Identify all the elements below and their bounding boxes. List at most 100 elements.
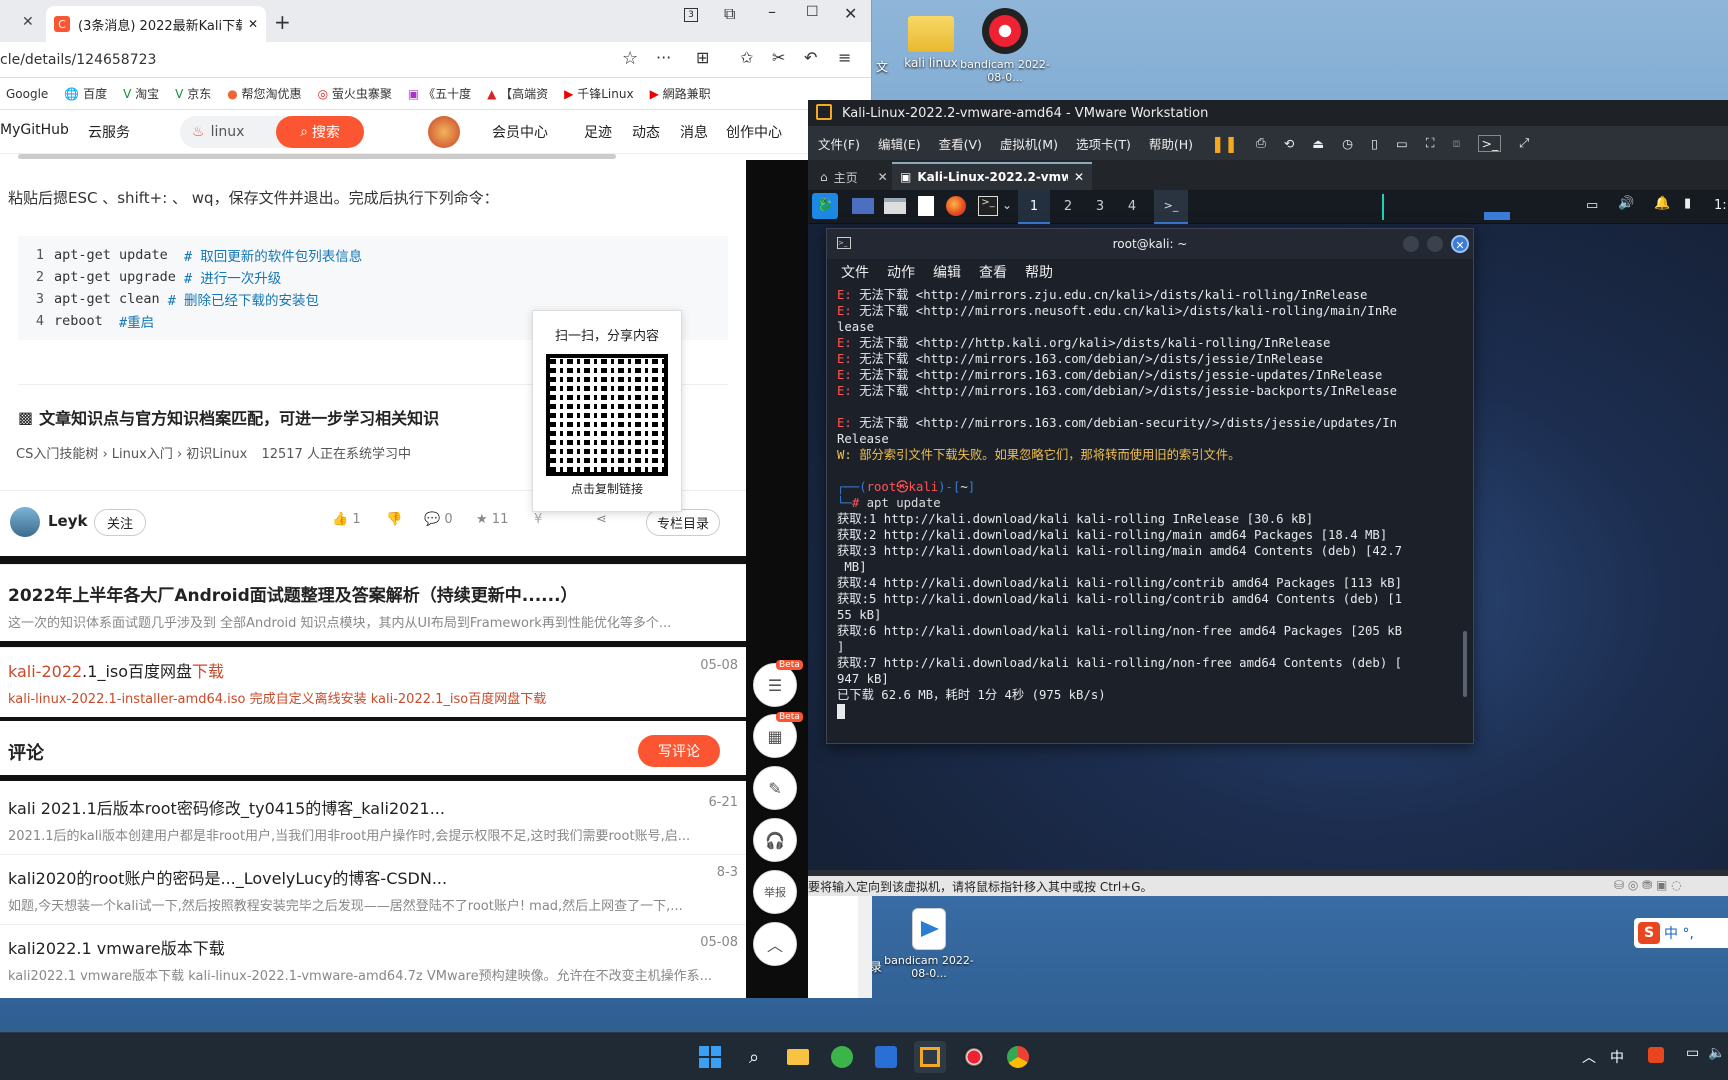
reward-icon[interactable]: ¥ (534, 512, 542, 527)
comment-button[interactable]: 💬 0 (424, 512, 453, 527)
desktop-icon-bandicam-video[interactable]: bandicam 2022-08-0... (884, 908, 974, 980)
bookmark-item[interactable]: ▶ 千锋Linux (564, 85, 633, 102)
like-button[interactable]: 👍 1 (332, 512, 361, 527)
terminal-launcher-icon[interactable]: >_ (978, 196, 998, 216)
tray-chevron-up-icon[interactable]: ︿ (1582, 1047, 1596, 1067)
close-icon[interactable]: ✕ (1451, 235, 1469, 253)
browser-360-icon[interactable] (826, 1041, 858, 1073)
bookmark-item[interactable]: V 淘宝 (123, 85, 159, 102)
report-fab[interactable]: 举报 (753, 870, 797, 914)
device-icons[interactable]: ⛁ ◎ ⛃ ▣ ◌ (1614, 878, 1682, 892)
workspace-3[interactable]: 3 (1084, 190, 1116, 224)
fullscreen-icon[interactable]: ⛶ (1426, 135, 1435, 151)
nav-link[interactable]: 创作中心 (726, 122, 782, 142)
notification-bell-icon[interactable]: 🔔 (1654, 196, 1670, 211)
url-field[interactable]: cle/details/124658723 (0, 52, 156, 68)
qr-caption[interactable]: 点击复制链接 (533, 480, 681, 497)
chevron-down-icon[interactable]: ⌄ (1002, 198, 1012, 212)
maximize-icon[interactable]: ☐ (806, 4, 819, 20)
firefox-icon[interactable] (946, 196, 966, 216)
panel-clock[interactable]: 1: (1714, 198, 1727, 213)
knowledge-path[interactable]: CS入门技能树 › Linux入门 › 初识Linux (16, 447, 247, 462)
bookmark-item[interactable]: V 京东 (175, 85, 211, 102)
author-name[interactable]: Leyk (48, 512, 88, 530)
avatar[interactable] (428, 116, 460, 148)
list-item[interactable]: kali2022.1 vmware版本下载 05-08 kali2022.1 vm… (0, 924, 746, 994)
file-explorer-icon[interactable] (782, 1041, 814, 1073)
view-console-icon[interactable]: ▭ (1396, 136, 1408, 151)
desktop-icon-bandicam[interactable]: bandicam 2022-08-0... (960, 8, 1050, 84)
menu-item[interactable]: 选项卡(T) (1076, 134, 1131, 153)
kali-menu-icon[interactable]: 🐉 (812, 193, 838, 219)
back-to-top-fab[interactable]: ︿ (753, 922, 797, 966)
close-window-icon[interactable]: ✕ (844, 4, 857, 23)
menu-item[interactable]: 编辑(E) (878, 134, 921, 153)
close-tab-icon[interactable]: ✕ (22, 14, 34, 30)
display-icon[interactable]: ▭ (1586, 198, 1598, 213)
tab-home[interactable]: ⌂ 主页 ✕ (812, 164, 896, 190)
bookmark-item[interactable]: Google (6, 87, 48, 101)
ime-toolbar[interactable]: S 中 °, (1634, 918, 1728, 948)
nav-link[interactable]: 云服务 (88, 122, 130, 142)
minimize-icon[interactable]: – (768, 2, 776, 21)
share-icon[interactable]: ⋖ (596, 512, 607, 527)
menu-item[interactable]: 查看 (979, 262, 1007, 282)
snapshot-manager-icon[interactable]: ◷ (1342, 136, 1353, 151)
menu-item[interactable]: 帮助 (1025, 262, 1053, 282)
send-ctrl-alt-del-icon[interactable]: ⎙ (1256, 135, 1266, 151)
support-fab[interactable]: 🎧 (753, 818, 797, 862)
search-input[interactable]: linux (211, 124, 245, 140)
terminal-view-icon[interactable]: >_ (1478, 134, 1502, 152)
more-options-icon[interactable]: ··· (656, 48, 671, 67)
author-avatar[interactable] (10, 507, 40, 537)
nav-link[interactable]: MyGitHub (0, 122, 69, 138)
kali-taskbar-icon[interactable] (870, 1041, 902, 1073)
tab-count-badge[interactable]: 3 (684, 8, 698, 22)
nav-link[interactable]: 消息 (680, 122, 708, 142)
show-desktop-icon[interactable] (852, 198, 874, 214)
close-tab-icon[interactable]: ✕ (878, 170, 888, 184)
dislike-icon[interactable]: 👎 (386, 512, 402, 527)
menu-item[interactable]: 文件(F) (818, 134, 860, 153)
text-editor-icon[interactable] (918, 196, 934, 216)
sogou-tray-icon[interactable] (1648, 1047, 1664, 1063)
menu-item[interactable]: 动作 (887, 262, 915, 282)
star-button[interactable]: ★ 11 (476, 512, 508, 527)
scissors-icon[interactable]: ✂ (772, 48, 785, 67)
nav-link[interactable]: 会员中心 (492, 122, 548, 142)
speaker-icon[interactable]: 🔈 (1708, 1045, 1725, 1061)
follow-button[interactable]: 关注 (94, 509, 147, 536)
undo-icon[interactable]: ↶ (804, 48, 817, 67)
workspace-4[interactable]: 4 (1116, 190, 1148, 224)
volume-icon[interactable]: 🔊 (1618, 196, 1634, 211)
terminal-output[interactable]: E: 无法下载 <http://mirrors.zju.edu.cn/kali>… (827, 285, 1473, 721)
workspace-2[interactable]: 2 (1052, 190, 1084, 224)
nav-link[interactable]: 足迹 (584, 122, 612, 142)
list-item[interactable]: kali-2022.1_iso百度网盘下载 05-08 kali-linux-20… (0, 647, 746, 717)
favorites-icon[interactable]: ✩ (740, 48, 753, 67)
new-tab-icon[interactable]: + (274, 10, 291, 34)
snapshot-icon[interactable]: ⟲ (1284, 136, 1294, 151)
pause-icon[interactable]: ❚❚ (1211, 134, 1238, 153)
nav-link[interactable]: 动态 (632, 122, 660, 142)
battery-icon[interactable]: ▮ (1684, 196, 1691, 211)
terminal-window[interactable]: >_ root@kali: ~ ✕ 文件 动作 编辑 查看 帮助 E: 无法下载… (826, 228, 1474, 744)
edit-fab[interactable]: ✎ (753, 766, 797, 810)
network-icon[interactable]: ▭ (1686, 1045, 1699, 1061)
menu-item[interactable]: 编辑 (933, 262, 961, 282)
write-comment-button[interactable]: 写评论 (638, 735, 720, 767)
search-icon[interactable]: ⌕ (738, 1041, 770, 1073)
menu-item[interactable]: 文件 (841, 262, 869, 282)
menu-item[interactable]: 查看(V) (939, 134, 982, 153)
terminal-scrollbar[interactable] (1463, 631, 1467, 697)
bandicam-taskbar-icon[interactable] (958, 1041, 990, 1073)
list-item[interactable]: 2022年上半年各大厂Android面试题整理及答案解析（持续更新中......… (0, 564, 746, 641)
list-item[interactable]: kali 2021.1后版本root密码修改_ty0415的博客_kali202… (0, 781, 746, 854)
task-terminal[interactable]: >_ (1154, 190, 1188, 224)
bookmark-item[interactable]: ◎ 萤火虫寨聚 (318, 85, 392, 102)
stretch-icon[interactable]: ⤢ (1519, 135, 1529, 151)
maximize-icon[interactable] (1427, 236, 1443, 252)
ime-indicator[interactable]: 中 (1610, 1047, 1624, 1067)
bookmark-item[interactable]: ● 帮您淘优惠 (227, 85, 301, 102)
close-tab-icon[interactable]: ✕ (1074, 170, 1084, 184)
